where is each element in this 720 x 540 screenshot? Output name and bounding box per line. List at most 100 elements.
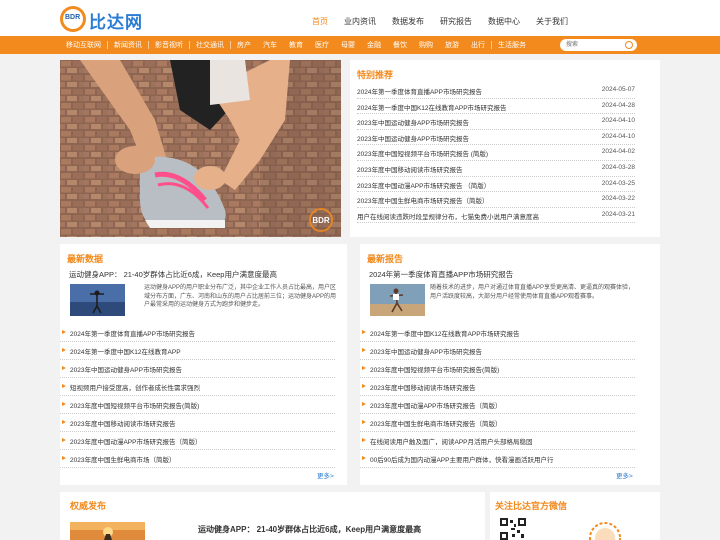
list-item[interactable]: 2023年度中国动漫APP市场研究报告（简版） xyxy=(60,432,335,450)
hero-banner-image[interactable]: BDR xyxy=(60,60,341,237)
list-item-title[interactable]: 2024年第一季度中国K12在线教育APP市场研究报告 xyxy=(370,328,520,338)
category-auto[interactable]: 汽车 xyxy=(257,40,283,50)
search-box xyxy=(560,39,637,51)
category-finance[interactable]: 金融 xyxy=(361,40,387,50)
list-item[interactable]: 2023年度中国生鲜电商市场研究报告（简版） 2024-03-22 xyxy=(357,192,635,208)
list-item-title[interactable]: 2023年度中国动漫APP市场研究报告（简版） xyxy=(370,400,501,410)
list-item-title[interactable]: 2023年度中国生鲜电商市场研究报告（简版） xyxy=(357,195,488,205)
category-social[interactable]: 社交通讯 xyxy=(190,40,230,50)
category-travel[interactable]: 旅游 xyxy=(439,40,465,50)
search-icon[interactable] xyxy=(625,41,633,49)
list-item-date: 2024-04-28 xyxy=(601,101,635,109)
bullet-arrow-icon xyxy=(362,384,366,388)
more-link[interactable]: 更多> xyxy=(317,470,334,480)
list-item[interactable]: 用户在线阅读违跌时段呈规律分布，七猫免费小说用户满意度高 2024-03-21 xyxy=(357,208,635,224)
bullet-arrow-icon xyxy=(362,438,366,442)
featured-thumbnail[interactable] xyxy=(370,284,425,316)
top-nav-research-reports[interactable]: 研究报告 xyxy=(432,0,480,36)
bullet-arrow-icon xyxy=(62,330,66,334)
bullet-arrow-icon xyxy=(62,366,66,370)
category-maternity[interactable]: 母婴 xyxy=(335,40,361,50)
list-item[interactable]: 2023年度中国短视频平台市场研究报告(简版) xyxy=(360,360,635,378)
hero-runner-illustration xyxy=(60,60,341,237)
list-item[interactable]: 2024年第一季度中国K12在线教育APP xyxy=(60,342,335,360)
list-item-title[interactable]: 2023年度中国移动阅读市场研究报告 xyxy=(357,164,462,174)
list-item-title[interactable]: 2023年中国运动健身APP市场研究报告 xyxy=(357,133,469,143)
list-item-title[interactable]: 2023年度中国移动阅读市场研究报告 xyxy=(70,418,175,428)
list-item[interactable]: 在线阅读用户触及面广，阅读APP月活用户头部格局稳固 xyxy=(360,432,635,450)
list-item[interactable]: 2023年度中国短视频平台市场研究报告(简版) xyxy=(60,396,335,414)
authority-title: 权威发布 xyxy=(70,501,107,511)
featured-article-title[interactable]: 2024年第一季度体育直播APP市场研究报告 xyxy=(369,269,513,280)
category-dining[interactable]: 餐饮 xyxy=(387,40,413,50)
category-education[interactable]: 教育 xyxy=(283,40,309,50)
category-video[interactable]: 影音视听 xyxy=(149,40,189,50)
list-item-title[interactable]: 2023年度中国短视频平台市场研究报告(简版) xyxy=(370,364,499,374)
list-item[interactable]: 2023年中国运动健身APP市场研究报告 2024-04-10 xyxy=(357,130,635,146)
featured-thumbnail[interactable] xyxy=(70,284,125,316)
list-item[interactable]: 2023年中国运动健身APP市场研究报告 xyxy=(360,342,635,360)
list-item-title[interactable]: 用户在线阅读违跌时段呈规律分布，七猫免费小说用户满意度高 xyxy=(357,211,539,221)
list-item[interactable]: 2023年度中国动漫APP市场研究报告（简版） xyxy=(360,396,635,414)
list-item[interactable]: 00后90后成为国内动漫APP主要用户群体，快看漫画活跃用户行 xyxy=(360,450,635,468)
logo-badge-icon: BDR xyxy=(60,6,86,32)
list-item[interactable]: 2023年度中国短视频平台市场研究报告 (简版) 2024-04-02 xyxy=(357,145,635,161)
list-item-title[interactable]: 00后90后成为国内动漫APP主要用户群体，快看漫画活跃用户行 xyxy=(370,454,553,464)
category-real-estate[interactable]: 房产 xyxy=(231,40,257,50)
bullet-arrow-icon xyxy=(362,402,366,406)
featured-article-title[interactable]: 运动健身APP： 21-40岁群体占比近6成，Keep用户满意度最高 xyxy=(69,269,277,280)
list-item-title[interactable]: 2023年度中国动漫APP市场研究报告（简版） xyxy=(70,436,201,446)
list-item-title[interactable]: 2024年第一季度中国K12在线教育APP市场研究报告 xyxy=(357,102,507,112)
list-item[interactable]: 2023年度中国移动阅读市场研究报告 2024-03-28 xyxy=(357,161,635,177)
special-list: 2024年第一季度体育直播APP市场研究报告 2024-05-07 2024年第一… xyxy=(357,83,635,224)
list-item-title[interactable]: 2023年度中国动漫APP市场研究报告 （简版） xyxy=(357,180,490,190)
logo-badge-text: BDR xyxy=(65,14,81,21)
list-item[interactable]: 2023年度中国生鲜电商市场（简版） xyxy=(60,450,335,468)
list-item-title[interactable]: 2023年中国运动健身APP市场研究报告 xyxy=(357,117,469,127)
top-nav-about[interactable]: 关于我们 xyxy=(528,0,576,36)
list-item-title[interactable]: 2023年中国运动健身APP市场研究报告 xyxy=(370,346,482,356)
latest-data-panel: 最新数据 运动健身APP： 21-40岁群体占比近6成，Keep用户满意度最高 … xyxy=(60,244,347,485)
list-item-title[interactable]: 短视频用户接受度高，创作者成长性需求强烈 xyxy=(70,382,200,392)
list-item-title[interactable]: 2023年度中国生鲜电商市场（简版） xyxy=(70,454,175,464)
site-logo[interactable]: BDR 比达网 xyxy=(60,6,150,32)
list-item-title[interactable]: 2023年中国运动健身APP市场研究报告 xyxy=(70,364,182,374)
category-mobile-internet[interactable]: 移动互联网 xyxy=(60,40,107,50)
top-nav-industry-news[interactable]: 业内资讯 xyxy=(336,0,384,36)
list-item-title[interactable]: 2024年第一季度体育直播APP市场研究报告 xyxy=(70,328,195,338)
top-nav-data-center[interactable]: 数据中心 xyxy=(480,0,528,36)
authority-thumbnail[interactable] xyxy=(70,522,145,540)
list-item[interactable]: 2023年度中国生鲜电商市场研究报告（简版） xyxy=(360,414,635,432)
authority-article-title[interactable]: 运动健身APP： 21-40岁群体占比近6成，Keep用户满意度最高 xyxy=(198,524,421,535)
list-item-title[interactable]: 在线阅读用户触及面广，阅读APP月活用户头部格局稳固 xyxy=(370,436,533,446)
category-medical[interactable]: 医疗 xyxy=(309,40,335,50)
list-item[interactable]: 2023年度中国动漫APP市场研究报告 （简版） 2024-03-25 xyxy=(357,177,635,193)
list-item[interactable]: 2023年中国运动健身APP市场研究报告 xyxy=(60,360,335,378)
featured-description: 运动健身APP的用户职业分布广泛，其中企业工作人员占比最高，用户区域分布方面，广… xyxy=(144,285,337,308)
category-news[interactable]: 新闻资讯 xyxy=(108,40,148,50)
top-nav-home[interactable]: 首页 xyxy=(304,0,336,36)
special-recommendations: 特别推荐 2024年第一季度体育直播APP市场研究报告 2024-05-07 20… xyxy=(350,60,660,237)
list-item-title[interactable]: 2023年度中国短视频平台市场研究报告(简版) xyxy=(70,400,199,410)
list-item-title[interactable]: 2023年度中国短视频平台市场研究报告 (简版) xyxy=(357,148,488,158)
list-item[interactable]: 2024年第一季度体育直播APP市场研究报告 xyxy=(60,324,335,342)
category-transport[interactable]: 出行 xyxy=(465,40,491,50)
list-item-title[interactable]: 2024年第一季度中国K12在线教育APP xyxy=(70,346,181,356)
list-item[interactable]: 2023年度中国移动阅读市场研究报告 xyxy=(60,414,335,432)
list-item-title[interactable]: 2023年度中国生鲜电商市场研究报告（简版） xyxy=(370,418,501,428)
bullet-arrow-icon xyxy=(362,330,366,334)
list-item[interactable]: 2024年第一季度体育直播APP市场研究报告 2024-05-07 xyxy=(357,83,635,99)
top-nav-data-release[interactable]: 数据发布 xyxy=(384,0,432,36)
list-item[interactable]: 2024年第一季度中国K12在线教育APP市场研究报告 2024-04-28 xyxy=(357,99,635,115)
more-link[interactable]: 更多> xyxy=(616,470,633,480)
category-shopping[interactable]: 购购 xyxy=(413,40,439,50)
list-item[interactable]: 2023年中国运动健身APP市场研究报告 2024-04-10 xyxy=(357,114,635,130)
category-life-services[interactable]: 生活服务 xyxy=(492,40,532,50)
list-item-title[interactable]: 2024年第一季度体育直播APP市场研究报告 xyxy=(357,86,482,96)
list-item[interactable]: 短视频用户接受度高，创作者成长性需求强烈 xyxy=(60,378,335,396)
search-input[interactable] xyxy=(566,39,624,51)
list-item-title[interactable]: 2023年度中国移动阅读市场研究报告 xyxy=(370,382,475,392)
list-item[interactable]: 2024年第一季度中国K12在线教育APP市场研究报告 xyxy=(360,324,635,342)
list-item[interactable]: 2023年度中国移动阅读市场研究报告 xyxy=(360,378,635,396)
list-item-date: 2024-03-25 xyxy=(601,179,635,187)
